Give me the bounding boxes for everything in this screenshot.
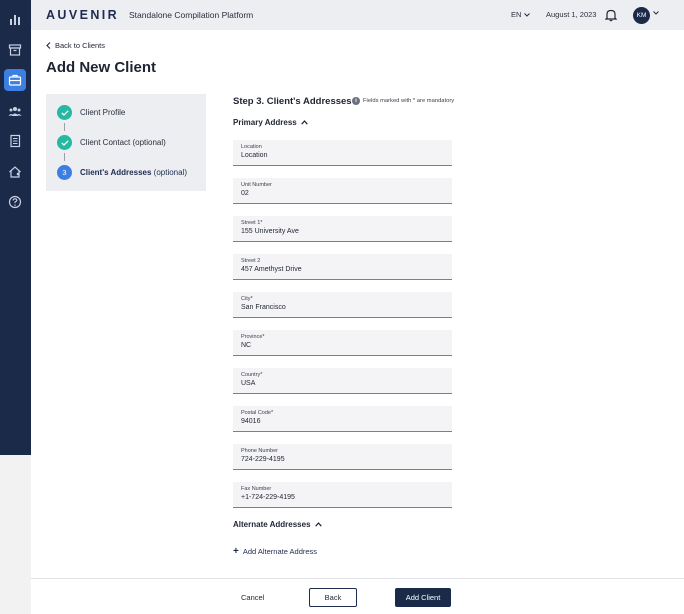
language-label: EN [511, 10, 522, 19]
add-alternate-label: Add Alternate Address [242, 547, 318, 556]
add-alternate-address-button[interactable]: + Add Alternate Address [233, 546, 317, 557]
province-field[interactable]: Province* NC [233, 330, 452, 356]
team-icon [8, 107, 22, 116]
field-label: Unit Number [241, 182, 272, 188]
chevron-left-icon [46, 42, 51, 49]
mandatory-note: i Fields marked with * are mandatory [352, 97, 454, 105]
location-field[interactable]: Location Location [233, 140, 452, 166]
top-header: AUVENIR Standalone Compilation Platform … [31, 0, 684, 30]
street1-field[interactable]: Street 1* 155 University Ave [233, 216, 452, 242]
avatar[interactable]: KM [633, 7, 650, 24]
unit-number-field[interactable]: Unit Number 02 [233, 178, 452, 204]
back-button[interactable]: Back [309, 588, 357, 607]
phone-number-field[interactable]: Phone Number 724-229-4195 [233, 444, 452, 470]
step-connector [64, 153, 65, 161]
city-field[interactable]: City* San Francisco [233, 292, 452, 318]
bell-icon[interactable] [605, 8, 617, 22]
sidebar-item-clients[interactable] [4, 69, 26, 91]
sidebar-item-documents[interactable] [4, 130, 26, 152]
field-label: Location [241, 144, 262, 150]
action-footer: Cancel Back Add Client [31, 578, 684, 614]
field-value: 457 Amethyst Drive [241, 266, 302, 273]
sidebar-item-analytics[interactable] [4, 8, 26, 30]
sidebar [0, 0, 31, 455]
step-label-text: Client's Addresses [80, 168, 152, 177]
info-icon: i [352, 97, 360, 105]
field-label: Street 2 [241, 258, 261, 264]
step-client-contact[interactable]: Client Contact (optional) [57, 135, 166, 150]
step-label: Client Contact (optional) [80, 138, 166, 147]
progress-stepper: Client Profile Client Contact (optional)… [46, 94, 206, 191]
checkmark-icon [57, 105, 72, 120]
chevron-up-icon [300, 120, 308, 125]
field-label: Fax Number [241, 486, 272, 492]
field-label: Phone Number [241, 448, 278, 454]
country-field[interactable]: Country* USA [233, 368, 452, 394]
field-label: Province* [241, 334, 265, 340]
field-value: 155 University Ave [241, 228, 299, 235]
language-selector[interactable]: EN [511, 10, 531, 19]
chevron-down-icon[interactable] [653, 11, 659, 15]
back-link-label: Back to Clients [55, 41, 106, 50]
primary-address-toggle[interactable]: Primary Address [233, 118, 308, 127]
sidebar-item-firm[interactable] [4, 161, 26, 183]
section-label: Alternate Addresses [233, 520, 311, 529]
fax-number-field[interactable]: Fax Number +1-724-229-4195 [233, 482, 452, 508]
step-client-addresses[interactable]: 3 Client's Addresses (optional) [57, 165, 187, 180]
field-value: Location [241, 152, 268, 159]
chevron-up-icon [314, 522, 322, 527]
mandatory-note-text: Fields marked with * are mandatory [363, 98, 455, 104]
form-step-title: Step 3. Client's Addresses [233, 96, 352, 107]
street2-field[interactable]: Street 2 457 Amethyst Drive [233, 254, 452, 280]
field-value: 94016 [241, 418, 261, 425]
bar-chart-icon [10, 15, 20, 25]
field-value: +1-724-229-4195 [241, 494, 295, 501]
field-value: NC [241, 342, 252, 349]
step-number-badge: 3 [57, 165, 72, 180]
platform-name: Standalone Compilation Platform [129, 10, 254, 20]
field-value: San Francisco [241, 304, 286, 311]
page-title: Add New Client [46, 59, 157, 76]
add-client-button[interactable]: Add Client [395, 588, 451, 607]
main-content: Back to Clients Add New Client Client Pr… [31, 30, 684, 578]
postal-code-field[interactable]: Postal Code* 94016 [233, 406, 452, 432]
sidebar-item-archive[interactable] [4, 39, 26, 61]
cancel-button[interactable]: Cancel [241, 593, 264, 602]
sidebar-item-help[interactable] [4, 191, 26, 213]
field-value: USA [241, 380, 256, 387]
alternate-addresses-toggle[interactable]: Alternate Addresses [233, 520, 322, 529]
sidebar-item-team[interactable] [4, 100, 26, 122]
current-date: August 1, 2023 [546, 10, 597, 19]
document-icon [10, 134, 21, 148]
step-label: Client Profile [80, 108, 126, 117]
chevron-down-icon [524, 12, 531, 17]
briefcase-icon [8, 74, 22, 86]
checkmark-icon [57, 135, 72, 150]
help-icon [8, 195, 22, 209]
field-label: Postal Code* [241, 410, 274, 416]
step-label: Client's Addresses (optional) [80, 168, 187, 177]
field-value: 02 [241, 190, 249, 197]
step-client-profile[interactable]: Client Profile [57, 105, 125, 120]
step-connector [64, 123, 65, 131]
field-label: Country* [241, 372, 263, 378]
section-label: Primary Address [233, 118, 297, 127]
app-logo[interactable]: AUVENIR [46, 8, 119, 22]
archive-icon [8, 44, 22, 56]
step-label-suffix: (optional) [153, 168, 188, 177]
back-to-clients-link[interactable]: Back to Clients [46, 41, 105, 50]
house-person-icon [9, 166, 21, 178]
field-label: City* [241, 296, 253, 302]
plus-icon: + [233, 546, 239, 557]
field-label: Street 1* [241, 220, 263, 226]
field-value: 724-229-4195 [241, 456, 285, 463]
